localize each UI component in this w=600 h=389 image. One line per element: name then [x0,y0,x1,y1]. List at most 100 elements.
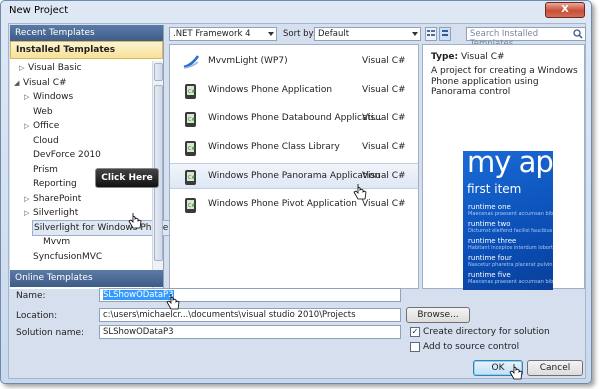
template-tree: ▷ Visual Basic ◢ Visual C# ▷ Windows Web ▷ Offic… [10,61,171,265]
phone-pivot-icon: C# [185,197,196,213]
chevron-down-icon [412,32,418,36]
tree-item-label: SharePoint [33,193,82,204]
type-value: Visual C# [460,52,505,62]
hand-cursor-icon [128,213,142,229]
search-icon [573,29,583,39]
tree-item[interactable]: ◢ Visual C# [10,76,152,91]
tree-item[interactable]: ▷ SharePoint [10,192,152,207]
preview-item-subtitle: Dictumst eleifend facilisi faucibus [468,228,553,234]
template-row[interactable]: C# Windows Phone Class Library Visual C# [170,135,418,161]
tree-item[interactable]: Web [10,105,152,120]
solution-name-label: Solution name: [16,328,85,338]
tree-item[interactable]: DevForce 2010 [10,148,152,163]
preview-item-subtitle: Nascetur pharetra placerat pulvinar [468,262,553,268]
preview-item-subtitle: Habitant inceptos interdum lobortis [468,245,553,251]
grid-view-icon [442,30,448,36]
collapsed-arrow-icon[interactable]: ▷ [24,90,29,105]
svg-text:C#: C# [188,175,196,181]
location-input[interactable]: c:\users\michaelcr...\documents\visual s… [99,308,401,322]
preview-item-subtitle: Maecenas praesent accumsan bibendum [468,211,553,217]
template-row[interactable]: C# Windows Phone Application Visual C# [170,78,418,104]
browse-button[interactable]: Browse... [406,307,470,323]
collapsed-arrow-icon[interactable]: ▷ [19,61,24,76]
template-row[interactable]: MvvmLight (WP7) Visual C# [170,49,418,75]
tree-item-label: Silverlight for Windows Phone [31,219,171,236]
collapsed-arrow-icon[interactable]: ▷ [24,192,29,207]
location-label: Location: [16,311,58,321]
preview-item-title: runtime five [468,271,511,279]
phone-panorama-icon: C# [185,170,196,185]
template-row[interactable]: C# Windows Phone Pivot Application Visual … [170,192,418,218]
create-directory-label: Create directory for solution [423,327,550,337]
tree-item-label: SyncfusionMVC [33,251,103,262]
tree-item-label: Cloud [33,135,59,146]
search-templates-input[interactable]: Search Installed Templates [466,27,586,49]
installed-templates-header[interactable]: Installed Templates [10,41,163,59]
name-input[interactable]: SLShowODataP3 [99,288,401,302]
svg-text:C#: C# [188,117,196,123]
template-language: Visual C# [362,113,406,123]
tree-item-label: DevForce 2010 [33,150,101,160]
close-button[interactable]: X [545,2,585,18]
cancel-button[interactable]: Cancel [527,360,583,376]
template-name: Windows Phone Application [208,84,333,95]
template-language: Visual C# [362,56,406,66]
window-title: New Project [9,5,69,16]
add-source-control-label: Add to source control [423,342,520,352]
tree-item-label: Visual Basic [28,63,82,73]
template-row[interactable]: C# Windows Phone Panorama Application Visu… [170,163,418,189]
template-categories-panel: Recent Templates Installed Templates ▷ Vi… [10,25,171,289]
preview-title: my ap [467,151,553,179]
hand-cursor-icon [509,364,523,380]
tree-item[interactable]: Mvvm [10,235,152,250]
svg-text:C#: C# [188,146,196,152]
phone-class-library-icon: C# [185,140,196,156]
template-name: Windows Phone Class Library [208,141,340,152]
online-templates-header[interactable]: Online Templates [10,270,163,287]
mvvm-light-icon [183,55,200,69]
collapsed-arrow-icon[interactable]: ▷ [24,206,29,221]
solution-name-input[interactable]: SLShowODataP3 [99,325,401,339]
collapsed-arrow-icon[interactable]: ▷ [24,119,29,134]
template-name: Windows Phone Panorama Application [208,171,381,181]
tree-item-label: Visual C# [23,77,67,88]
sort-select[interactable]: Default [314,27,421,41]
tree-item[interactable]: ▷ Windows [10,90,152,105]
tree-item[interactable]: Cloud [10,134,152,149]
tree-item[interactable]: SyncfusionMVC [10,250,152,265]
preview-item-title: runtime three [468,237,517,245]
title-bar[interactable]: New Project X [1,1,591,21]
preview-subtitle: first item [467,182,522,196]
medium-icons-view-button[interactable] [439,27,451,41]
preview-item-subtitle: Maecenas praesent accumsan bibendum [468,279,553,285]
preview-list-item: runtime five Maecenas praesent accumsan b… [468,271,553,285]
svg-text:C#: C# [188,203,196,209]
chevron-down-icon [268,32,274,36]
template-type: Type: Visual C# [431,52,505,62]
new-project-dialog: New Project X Recent Templates Installed… [0,0,592,384]
expanded-arrow-icon[interactable]: ◢ [14,76,19,91]
tree-item[interactable]: ▷ Visual Basic [10,61,152,76]
template-language: Visual C# [362,171,406,181]
tree-item-label: Prism [33,164,58,175]
tree-item[interactable]: ▷ Office [10,119,152,134]
preview-item-title: runtime two [468,220,511,228]
sort-by-label: Sort by: [283,29,316,39]
preview-list-item: runtime four Nascetur pharetra placerat p… [468,254,553,268]
template-toolbar: .NET Framework 4 Sort by: Default Search… [169,27,586,49]
template-description: A project for creating a Windows Phone a… [431,66,578,97]
create-directory-checkbox[interactable]: ✓ [410,327,420,337]
template-name: Windows Phone Pivot Application [208,198,358,209]
svg-text:C#: C# [188,89,196,95]
template-language: Visual C# [362,198,406,209]
template-details-panel: Type: Visual C# A project for creating a… [422,44,585,290]
recent-templates-header[interactable]: Recent Templates [10,25,163,41]
scrollbar-up-arrow[interactable] [154,63,163,81]
small-icons-view-button[interactable] [425,27,437,41]
framework-select[interactable]: .NET Framework 4 [169,27,277,41]
name-label: Name: [16,291,46,301]
phone-app-icon: C# [185,83,196,99]
template-row[interactable]: C# Windows Phone Databound Applicati... Vi… [170,106,418,132]
add-source-control-checkbox[interactable] [410,342,420,352]
tree-item-label: Web [33,106,53,117]
